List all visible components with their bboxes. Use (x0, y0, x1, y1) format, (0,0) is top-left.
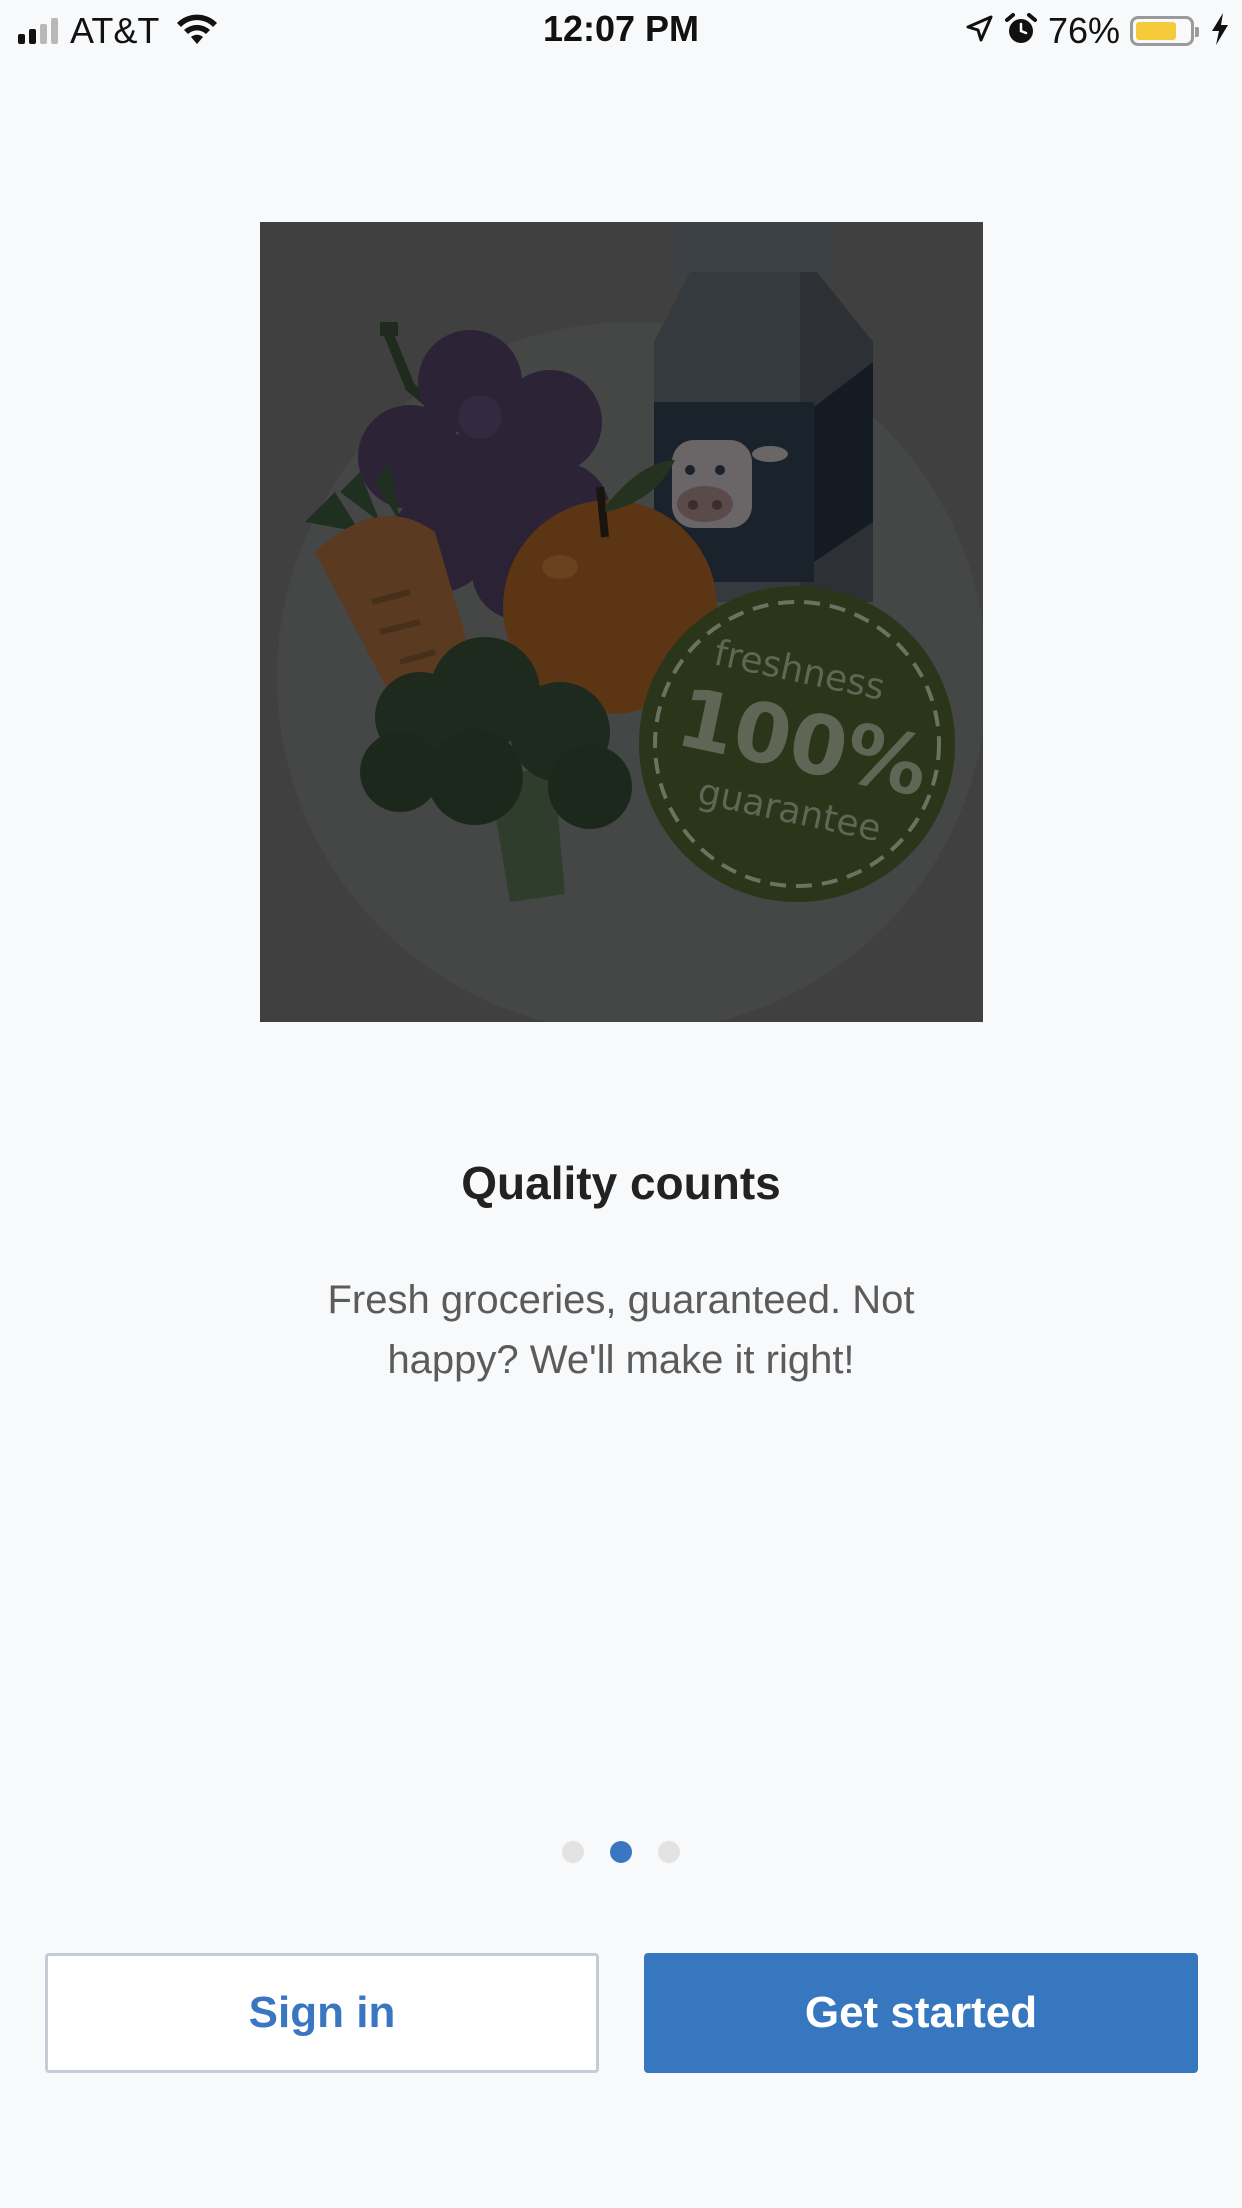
status-right: 76% (964, 10, 1230, 52)
page-title: Quality counts (461, 1157, 781, 1209)
page-dot-3[interactable] (658, 1841, 680, 1863)
battery-percent: 76% (1047, 10, 1120, 51)
page-dot-1[interactable] (562, 1841, 584, 1863)
onboarding-illustration: freshness 100% guarantee (260, 222, 983, 1022)
location-icon (964, 14, 994, 49)
sign-in-button[interactable]: Sign in (45, 1953, 599, 2073)
freshness-badge-icon: freshness 100% guarantee (639, 586, 955, 902)
get-started-button[interactable]: Get started (644, 1953, 1198, 2073)
page-subtitle: Fresh groceries, guaranteed. Not happy? … (327, 1278, 915, 1382)
battery-icon (1130, 16, 1199, 46)
page-indicator (0, 1841, 1242, 1863)
page-dot-2[interactable] (610, 1841, 632, 1863)
alarm-icon (1004, 12, 1038, 51)
charging-icon (1210, 12, 1230, 51)
status-bar: AT&T 12:07 PM 76% (0, 0, 1242, 62)
